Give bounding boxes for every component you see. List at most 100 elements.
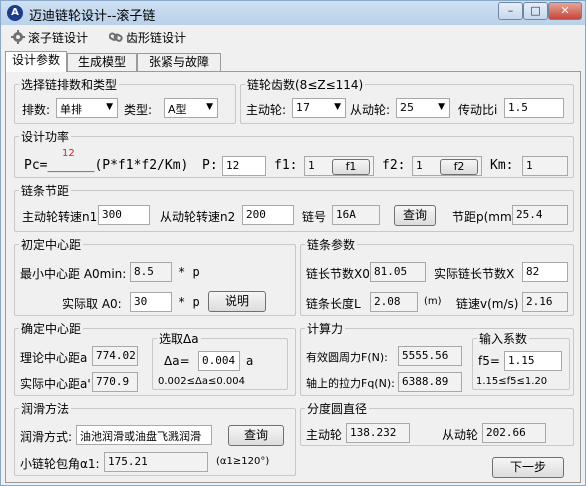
group-pitch-circle-title: 分度圆直径: [307, 402, 368, 416]
x0-label: 链长节数X0: [306, 267, 370, 281]
actual-center-input[interactable]: 770.9: [92, 372, 138, 392]
type-select-value: A型: [168, 103, 187, 116]
x0-input[interactable]: 81.05: [370, 262, 426, 282]
km-label: Km:: [490, 158, 514, 173]
force-f-label: 有效圆周力F(N):: [306, 351, 388, 364]
delta-unit: a: [246, 354, 254, 368]
group-initial-center-title: 初定中心距: [21, 238, 82, 252]
group-teeth-title: 链轮齿数(8≤Z≤114): [247, 78, 364, 92]
pitch-label: 节距p(mm): [452, 210, 517, 224]
lubrication-method-input[interactable]: 油池润滑或油盘飞溅润滑: [76, 425, 212, 445]
tab-generate-model[interactable]: 生成模型: [67, 53, 137, 71]
rows-select[interactable]: 单排 ▼: [56, 98, 118, 118]
ratio-input[interactable]: 1.5: [504, 98, 564, 118]
power-formula: Pc=______(P*f1*f2/Km): [24, 158, 189, 173]
wrap-angle-note: (α1≥120°): [216, 456, 270, 467]
driven-teeth-label: 从动轮:: [350, 103, 391, 117]
chain-no-input[interactable]: 16A: [332, 205, 380, 225]
group-force-title: 计算力: [307, 322, 344, 336]
chevron-down-icon: ▼: [334, 102, 341, 112]
pitch-circle-driven-label: 从动轮: [442, 428, 479, 442]
pitch-circle-driver-input[interactable]: 138.232: [346, 423, 410, 443]
theory-center-input[interactable]: 774.02: [92, 346, 138, 366]
pitch-input[interactable]: 25.4: [512, 205, 568, 225]
chevron-down-icon: ▼: [438, 102, 445, 112]
rows-label: 排数:: [22, 103, 51, 117]
f1-label: f1:: [274, 158, 298, 173]
a0-input[interactable]: 30: [130, 292, 172, 312]
explain-button[interactable]: 说明: [208, 291, 266, 312]
driver-teeth-select[interactable]: 17 ▼: [292, 98, 346, 118]
chain-no-query-button[interactable]: 查询: [394, 205, 436, 226]
actual-center-label: 实际中心距a': [20, 377, 91, 391]
a0-label: 实际取 A0:: [62, 297, 122, 311]
f5-label: f5=: [478, 354, 500, 368]
n2-input[interactable]: 200: [242, 205, 294, 225]
menu-silent-chain[interactable]: 齿形链设计: [108, 29, 187, 47]
n2-label: 从动轮转速n2: [160, 210, 236, 224]
pitch-circle-driven-input[interactable]: 202.66: [482, 423, 546, 443]
close-icon[interactable]: ✕: [548, 2, 582, 20]
driven-teeth-value: 25: [400, 101, 414, 114]
f2-label: f2:: [382, 158, 406, 173]
n1-input[interactable]: 300: [98, 205, 150, 225]
group-pitch-title: 链条节距: [21, 184, 70, 198]
menu-roller-chain[interactable]: 滚子链设计: [11, 29, 88, 47]
a0min-input[interactable]: 8.5: [130, 262, 172, 282]
chevron-down-icon: ▼: [106, 102, 113, 112]
chain-icon: [108, 30, 123, 44]
app-logo-icon: A: [7, 5, 23, 21]
wrap-angle-input[interactable]: 175.21: [104, 452, 208, 472]
tab-strip: 设计参数 生成模型 张紧与故障: [1, 51, 586, 72]
wrap-angle-label: 小链轮包角α1:: [20, 457, 100, 471]
maximize-icon[interactable]: □: [523, 2, 548, 20]
window-title: 迈迪链轮设计--滚子链: [29, 9, 156, 24]
f5-input[interactable]: 1.15: [504, 351, 562, 371]
length-label: 链条长度L: [306, 297, 361, 311]
lubrication-method-label: 润滑方式:: [20, 430, 73, 444]
tab-tension-fault[interactable]: 张紧与故障: [137, 53, 221, 71]
group-coef-title: 输入系数: [479, 332, 528, 346]
f1-button[interactable]: f1: [332, 159, 370, 175]
a0-unit: * p: [178, 295, 200, 309]
group-chain-params-title: 链条参数: [307, 238, 356, 252]
delta-input[interactable]: 0.004: [198, 351, 240, 371]
a0min-label: 最小中心距 A0min:: [20, 267, 127, 281]
f2-button[interactable]: f2: [440, 159, 478, 175]
minimize-icon[interactable]: –: [498, 2, 523, 20]
km-input[interactable]: 1: [522, 156, 568, 176]
menu-bar: 滚子链设计 齿形链设计: [1, 25, 585, 49]
group-power-title: 设计功率: [21, 130, 70, 144]
chain-no-label: 链号: [302, 210, 327, 224]
delta-range: 0.002≤Δa≤0.004: [158, 376, 245, 387]
group-lubrication-title: 润滑方法: [21, 402, 70, 416]
pitch-circle-driver-label: 主动轮: [306, 428, 343, 442]
delta-label: Δa=: [164, 354, 190, 368]
f5-range: 1.15≤f5≤1.20: [476, 376, 548, 387]
type-label: 类型:: [124, 103, 153, 117]
lubrication-query-button[interactable]: 查询: [228, 425, 284, 446]
x-input[interactable]: 82: [522, 262, 568, 282]
driven-teeth-select[interactable]: 25 ▼: [396, 98, 450, 118]
speed-label: 链速v(m/s): [456, 297, 519, 311]
a0min-unit: * p: [178, 265, 200, 279]
force-fq-label: 轴上的拉力Fq(N):: [306, 377, 395, 390]
design-params-panel: 选择链排数和类型 排数: 单排 ▼ 类型: A型 ▼ 链轮齿数(8≤Z≤114) 主…: [5, 71, 581, 483]
menu-silent-chain-label: 齿形链设计: [126, 31, 187, 45]
speed-input[interactable]: 2.16: [522, 292, 568, 312]
power-p-input[interactable]: 12: [222, 156, 266, 176]
chevron-down-icon: ▼: [206, 102, 213, 112]
force-f-input[interactable]: 5555.56: [398, 346, 462, 366]
menu-roller-chain-label: 滚子链设计: [28, 31, 89, 45]
tab-design-params[interactable]: 设计参数: [5, 51, 67, 72]
group-chain-type-title: 选择链排数和类型: [21, 78, 118, 92]
driver-teeth-value: 17: [296, 101, 310, 114]
force-fq-input[interactable]: 6388.89: [398, 372, 462, 392]
type-select[interactable]: A型 ▼: [164, 98, 218, 118]
next-button[interactable]: 下一步: [492, 457, 564, 478]
x-label: 实际链长节数X: [434, 267, 515, 281]
gear-icon: [11, 30, 25, 44]
length-unit: (m): [424, 296, 442, 307]
length-input[interactable]: 2.08: [370, 292, 418, 312]
ratio-label: 传动比i: [458, 103, 498, 117]
